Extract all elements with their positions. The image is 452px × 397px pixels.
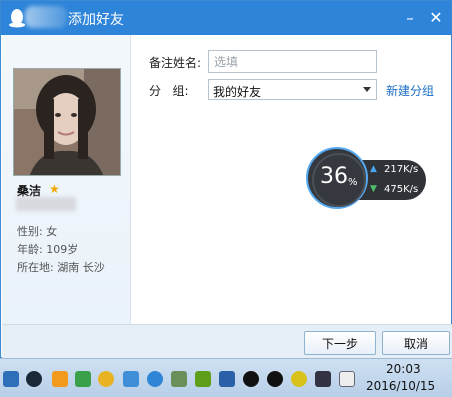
dialog-footer: 下一步 取消 xyxy=(2,324,452,358)
people-icon[interactable] xyxy=(171,371,187,387)
window-title: 添加好友 xyxy=(68,12,124,28)
avatar xyxy=(13,68,121,176)
qq-icon[interactable] xyxy=(267,371,283,387)
blurred-account-id xyxy=(16,197,76,211)
speed-percent: 36 xyxy=(320,164,348,189)
app-icon[interactable] xyxy=(219,371,235,387)
speed-percent-sign: % xyxy=(348,177,358,188)
tool-icon[interactable] xyxy=(52,371,68,387)
volume-icon[interactable] xyxy=(339,371,355,387)
location-info: 所在地: 湖南 长沙 xyxy=(17,261,105,274)
network-speed-widget[interactable]: 36 % ▲ 217K/s ▼ 475K/s xyxy=(306,147,426,211)
steam-icon[interactable] xyxy=(26,371,42,387)
group-select[interactable]: 我的好友 xyxy=(208,79,377,100)
next-button[interactable]: 下一步 xyxy=(304,331,376,355)
box-icon[interactable] xyxy=(123,371,139,387)
add-friend-dialog: 添加好友 – ✕ 桑洁 ★ 性别: 女 年龄: 109岁 所在地: 湖南 长沙 … xyxy=(0,0,452,358)
qq-icon[interactable] xyxy=(243,371,259,387)
clock-time[interactable]: 20:03 xyxy=(386,362,421,376)
profile-panel: 桑洁 ★ 性别: 女 年龄: 109岁 所在地: 湖南 长沙 xyxy=(2,35,131,324)
dropdown-arrow-icon xyxy=(363,87,371,92)
title-blur-overlay xyxy=(25,6,67,28)
close-button[interactable]: ✕ xyxy=(425,7,447,29)
taskbar: 20:03 2016/10/15 xyxy=(0,358,452,397)
new-group-link[interactable]: 新建分组 xyxy=(386,82,434,99)
group-label: 分 组: xyxy=(149,84,189,98)
shield-icon[interactable] xyxy=(3,371,19,387)
star-icon: ★ xyxy=(49,182,60,196)
wechat-icon[interactable] xyxy=(291,371,307,387)
minimize-button[interactable]: – xyxy=(399,7,421,29)
cancel-button[interactable]: 取消 xyxy=(382,331,450,355)
remark-input[interactable] xyxy=(208,50,377,73)
nvidia-icon[interactable] xyxy=(195,371,211,387)
security-icon[interactable] xyxy=(75,371,91,387)
clock-date[interactable]: 2016/10/15 xyxy=(366,379,435,393)
avatar-photo xyxy=(14,69,120,175)
upload-arrow-icon: ▲ xyxy=(370,164,377,174)
network-icon[interactable] xyxy=(147,371,163,387)
qq-penguin-icon xyxy=(9,9,25,28)
upload-speed: 217K/s xyxy=(384,164,419,175)
title-bar[interactable]: 添加好友 – ✕ xyxy=(1,1,451,35)
age-info: 年龄: 109岁 xyxy=(17,243,79,256)
gender-info: 性别: 女 xyxy=(17,225,58,238)
remark-label: 备注姓名: xyxy=(149,56,202,70)
browser-icon[interactable] xyxy=(98,371,114,387)
group-select-value: 我的好友 xyxy=(213,85,262,99)
display-icon[interactable] xyxy=(315,371,331,387)
download-arrow-icon: ▼ xyxy=(370,184,377,194)
download-speed: 475K/s xyxy=(384,184,419,195)
